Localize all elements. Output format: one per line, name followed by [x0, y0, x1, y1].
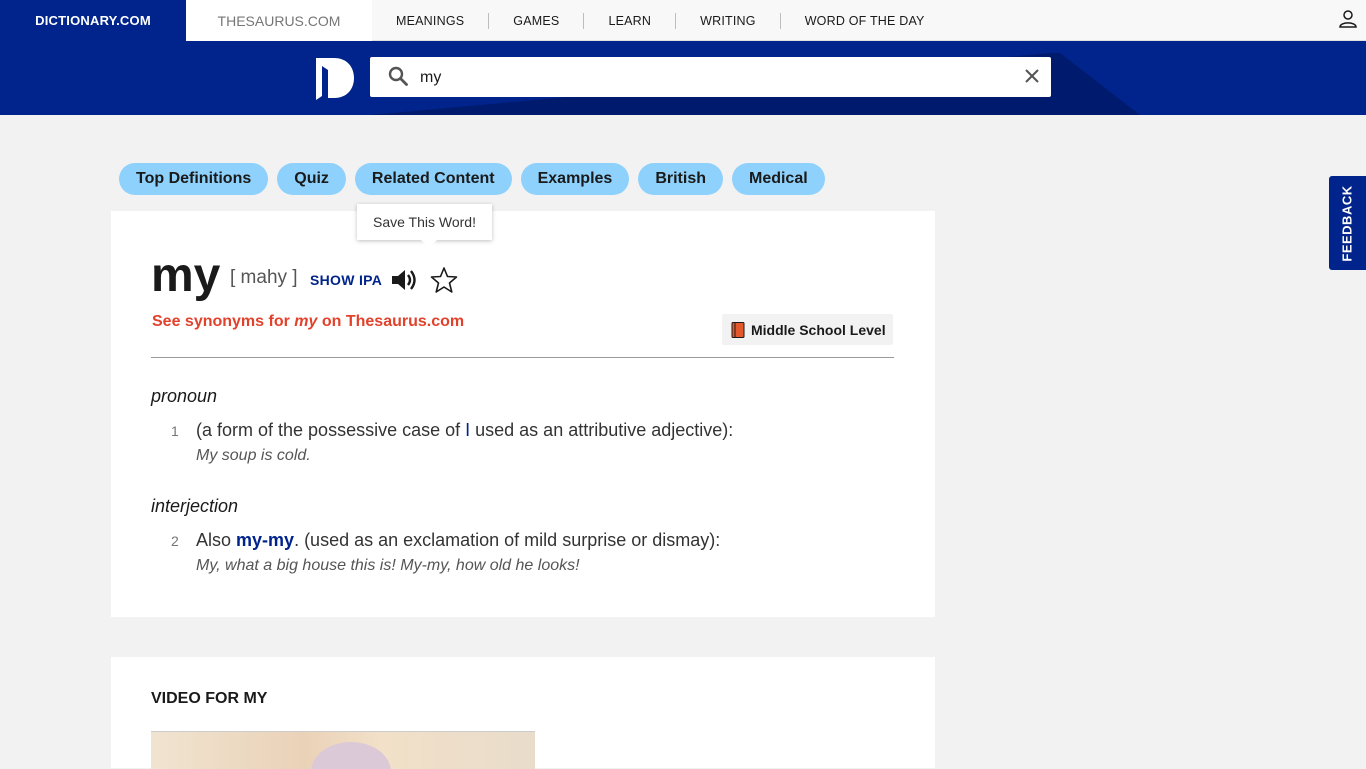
pill-related-content[interactable]: Related Content [354, 163, 512, 195]
close-icon[interactable] [1022, 66, 1042, 86]
feedback-label: FEEDBACK [1340, 184, 1356, 262]
example-sentence: My soup is cold. [196, 447, 311, 464]
divider [151, 357, 894, 358]
sense-number: 2 [171, 533, 179, 549]
pronunciation: [ mahy ] [230, 267, 298, 288]
top-nav: DICTIONARY.COM THESAURUS.COM MEANINGS GA… [0, 0, 1366, 41]
definition-part: Also [196, 530, 237, 550]
nav-link-word-of-the-day[interactable]: WORD OF THE DAY [781, 13, 949, 29]
nav-links: MEANINGS GAMES LEARN WRITING WORD OF THE… [372, 0, 949, 41]
definition-part: used as an attributive adjective): [470, 420, 734, 440]
synonyms-word: my [294, 313, 318, 330]
pill-examples[interactable]: Examples [520, 163, 630, 195]
part-of-speech: interjection [151, 496, 239, 516]
book-icon [731, 321, 745, 338]
show-ipa-button[interactable]: SHOW IPA [310, 272, 382, 288]
logo-icon[interactable] [314, 56, 354, 100]
section-pills: Top Definitions Quiz Related Content Exa… [119, 163, 825, 195]
user-icon[interactable] [1338, 9, 1358, 29]
sense-number: 1 [171, 423, 179, 439]
definition-text: (a form of the possessive case of I used… [196, 420, 733, 441]
pill-top-definitions[interactable]: Top Definitions [119, 163, 269, 195]
level-badge[interactable]: Middle School Level [722, 314, 893, 345]
pill-british[interactable]: British [638, 163, 723, 195]
header-band [0, 41, 1366, 115]
definition-link[interactable]: my-my [236, 530, 294, 550]
synonyms-prefix: See synonyms for [152, 313, 295, 330]
video-title: VIDEO FOR MY [151, 690, 268, 707]
speaker-icon[interactable] [390, 267, 418, 293]
star-icon[interactable] [430, 266, 458, 294]
definition-part: (a form of the possessive case of [196, 420, 466, 440]
nav-link-games[interactable]: GAMES [489, 12, 585, 29]
video-thumbnail[interactable] [151, 731, 535, 769]
pill-quiz[interactable]: Quiz [277, 163, 346, 195]
search-icon[interactable] [388, 66, 408, 86]
nav-link-meanings[interactable]: MEANINGS [372, 12, 490, 29]
definition-text: Also my-my. (used as an exclamation of m… [196, 530, 720, 551]
nav-link-writing[interactable]: WRITING [676, 12, 781, 29]
synonyms-link[interactable]: See synonyms for my on Thesaurus.com [152, 313, 464, 331]
video-thumbnail-shape [311, 742, 391, 769]
example-sentence: My, what a big house this is! My-my, how… [196, 557, 580, 574]
feedback-button[interactable]: FEEDBACK [1329, 176, 1366, 270]
tab-thesaurus[interactable]: THESAURUS.COM [186, 0, 372, 41]
search-box [370, 57, 1051, 97]
definition-part: . (used as an exclamation of mild surpri… [294, 530, 721, 550]
synonyms-suffix: on Thesaurus.com [317, 313, 465, 330]
nav-link-learn[interactable]: LEARN [584, 12, 677, 29]
tab-dictionary[interactable]: DICTIONARY.COM [0, 0, 186, 41]
part-of-speech: pronoun [151, 386, 218, 406]
save-word-tooltip: Save This Word! [357, 204, 492, 248]
level-label: Middle School Level [751, 321, 886, 338]
search-input[interactable] [418, 63, 1002, 93]
pill-medical[interactable]: Medical [731, 163, 825, 195]
headword: my [151, 249, 221, 302]
